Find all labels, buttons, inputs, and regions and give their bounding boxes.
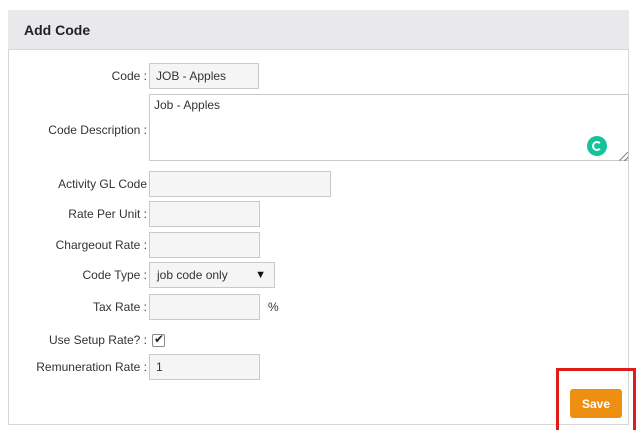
chargeout-rate-field[interactable]: [149, 232, 260, 258]
page-title: Add Code: [24, 22, 91, 38]
rate-per-unit-field[interactable]: [149, 201, 260, 227]
save-button[interactable]: Save: [570, 389, 622, 418]
code-field[interactable]: JOB - Apples: [149, 63, 259, 89]
tax-rate-label: Tax Rate :: [92, 300, 147, 314]
use-setup-rate-label: Use Setup Rate? :: [48, 333, 147, 347]
code-label: Code :: [111, 69, 147, 83]
code-description-textarea[interactable]: Job - Apples: [149, 94, 629, 161]
percent-suffix: %: [268, 300, 279, 314]
remuneration-rate-field[interactable]: 1: [149, 354, 260, 380]
chargeout-rate-label: Chargeout Rate :: [55, 238, 147, 252]
activity-gl-code-field[interactable]: [149, 171, 331, 197]
code-type-value: job code only: [157, 268, 228, 282]
tax-rate-field[interactable]: [149, 294, 260, 320]
code-type-label: Code Type :: [82, 268, 148, 282]
rate-per-unit-label: Rate Per Unit :: [68, 207, 147, 221]
activity-gl-code-label: Activity GL Code: [58, 177, 147, 191]
checkmark-icon: ✔: [154, 332, 165, 346]
resize-handle-icon[interactable]: [619, 152, 628, 161]
remuneration-rate-label: Remuneration Rate :: [36, 360, 147, 374]
code-description-label: Code Description :: [48, 123, 147, 137]
use-setup-rate-checkbox[interactable]: ✔: [152, 332, 165, 347]
code-type-select[interactable]: job code only ▼: [149, 262, 275, 288]
panel-header: Add Code: [8, 10, 629, 50]
chevron-down-icon: ▼: [255, 269, 266, 281]
grammarly-icon[interactable]: [587, 136, 607, 156]
